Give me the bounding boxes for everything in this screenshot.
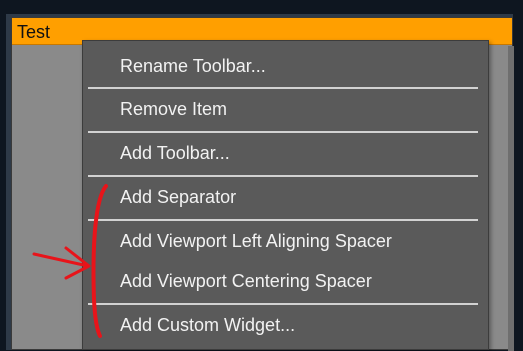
panel-edge — [508, 46, 514, 351]
menu-item-add-custom-widget[interactable]: Add Custom Widget... — [120, 315, 295, 336]
menu-item-add-separator[interactable]: Add Separator — [120, 187, 236, 208]
menu-item-add-left-aligning-spacer[interactable]: Add Viewport Left Aligning Spacer — [120, 231, 392, 252]
menu-separator — [88, 87, 478, 89]
menu-item-remove-item[interactable]: Remove Item — [120, 99, 227, 120]
menu-item-add-centering-spacer[interactable]: Add Viewport Centering Spacer — [120, 271, 372, 292]
menu-item-add-toolbar[interactable]: Add Toolbar... — [120, 143, 230, 164]
menu-item-rename-toolbar[interactable]: Rename Toolbar... — [120, 56, 266, 77]
menu-separator — [88, 219, 478, 221]
menu-separator — [88, 175, 478, 177]
menu-separator — [88, 131, 478, 133]
context-menu: Rename Toolbar... Remove Item Add Toolba… — [82, 40, 489, 350]
menu-separator — [88, 303, 478, 305]
window-title: Test — [17, 22, 51, 42]
